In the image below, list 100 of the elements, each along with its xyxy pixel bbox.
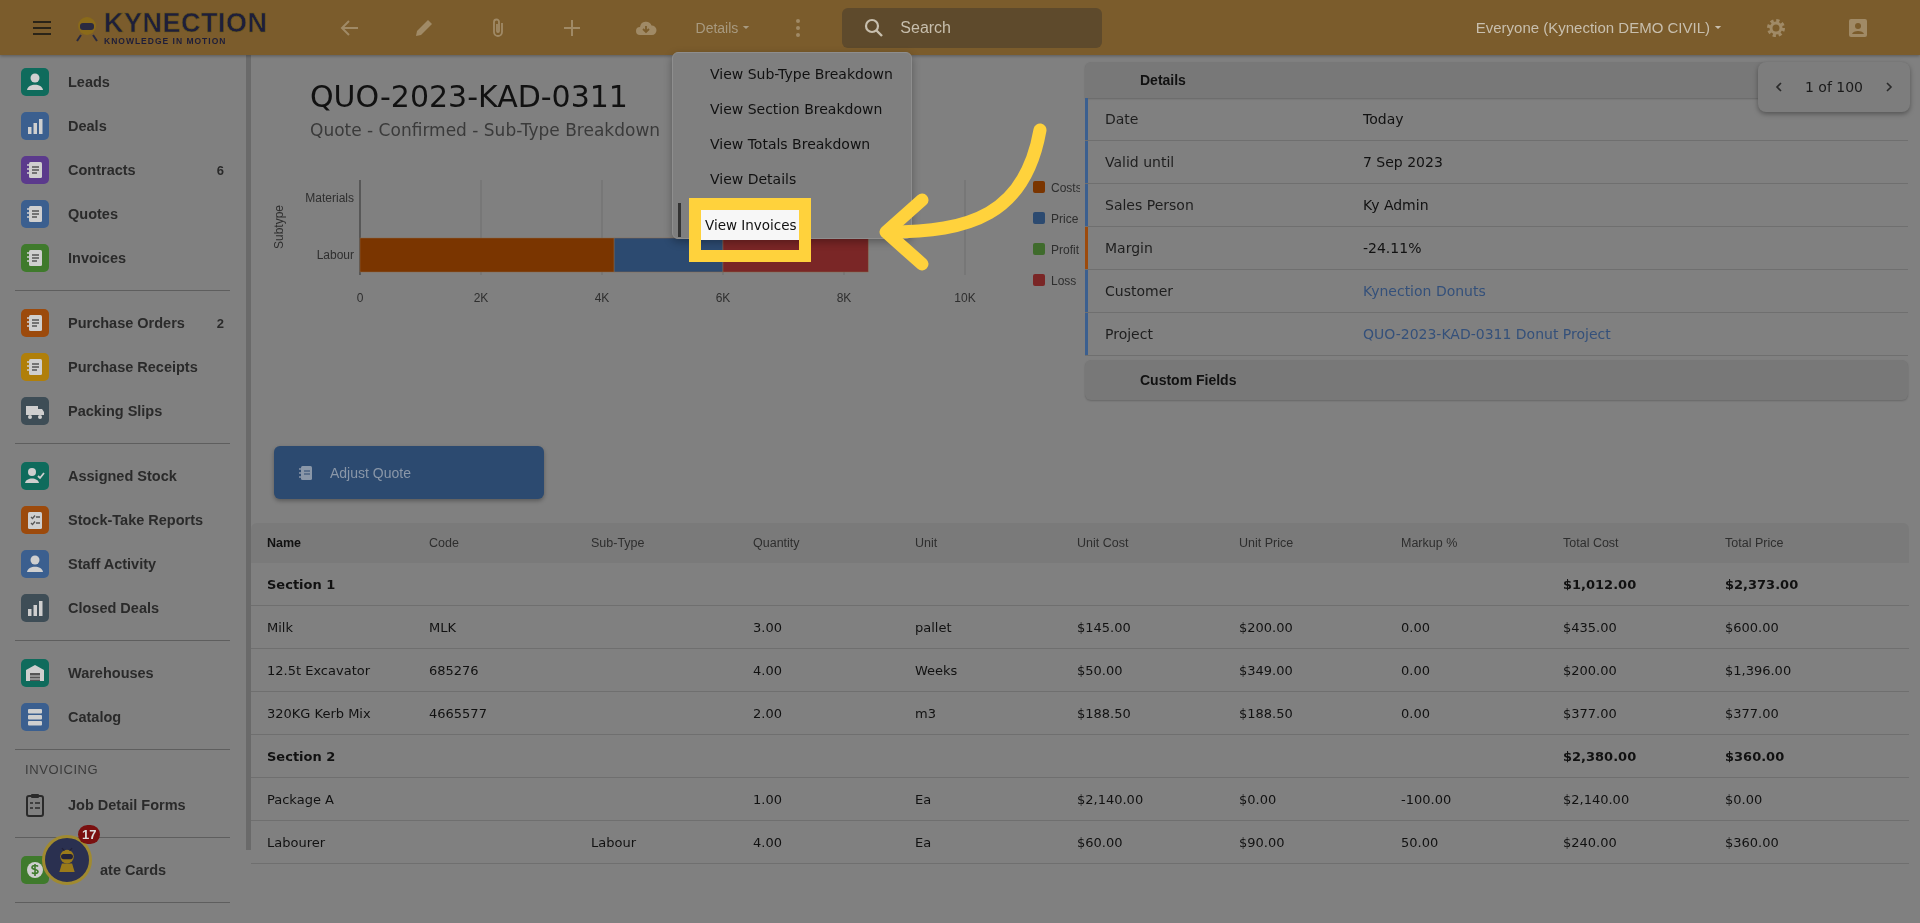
table-cell: $1,396.00 [1725,662,1792,678]
table-cell: $2,140.00 [1077,791,1144,807]
table-cell: $200.00 [1239,619,1293,635]
sidebar-label: Catalog [68,709,122,725]
adjust-quote-button[interactable]: Adjust Quote [274,446,544,499]
item-count: 2 [216,315,224,331]
table-cell: 2.00 [753,705,782,721]
section-cell: $2,373.00 [1725,576,1799,592]
scrollbar[interactable] [246,55,251,850]
column-header: Unit Price [1239,536,1295,550]
account-scope-dropdown[interactable]: Everyone (Kynection DEMO CIVIL) [1475,19,1722,36]
sidebar-item[interactable]: Purchase Receipts [0,345,246,389]
sidebar-label: Job Detail Forms [68,797,186,813]
item-count: 6 [216,162,224,178]
table-cell: Weeks [915,662,958,678]
detail-value: Ky Admin [1363,197,1429,213]
sidebar-item[interactable]: Packing Slips [0,389,246,433]
sidebar-item[interactable]: Stock-Take Reports [0,498,246,542]
detail-value: Today [1363,111,1404,127]
column-header: Total Price [1725,536,1785,550]
logo-tagline: KNOWLEDGE IN MOTION [104,35,228,46]
table-cell: $240.00 [1563,834,1617,850]
sidebar-label: Closed Deals [68,600,160,616]
table-cell: 3.00 [753,619,782,635]
tick-label: 4K [594,291,610,305]
table-cell: Package A [267,791,334,807]
table-cell: 4665577 [429,705,487,721]
sidebar-label: Packing Slips [68,403,163,419]
detail-value: -24.11% [1363,240,1422,256]
sidebar-item[interactable]: Assigned Stock [0,454,246,498]
sidebar-label: Staff Activity [68,556,157,572]
sidebar-item[interactable]: Invoices [0,236,246,280]
menu-item[interactable]: View Totals Breakdown [673,128,911,163]
column-header: Name [267,536,303,550]
sidebar-item[interactable]: Purchase Orders 2 [0,301,246,345]
column-header: Code [429,536,460,550]
table-cell: $200.00 [1563,662,1617,678]
table-cell: $188.50 [1077,705,1131,721]
chevron-right-icon[interactable] [1883,81,1895,93]
chevron-left-icon[interactable] [1773,81,1785,93]
table-cell: 4.00 [753,662,782,678]
table-cell: m3 [915,705,936,721]
table-cell: $50.00 [1077,662,1123,678]
panel-header[interactable]: Custom Fields [1085,360,1908,400]
menu-item[interactable]: View Invoices [701,210,799,240]
column-header: Unit Cost [1077,536,1130,550]
table-cell: $435.00 [1563,619,1617,635]
sidebar-label: Purchase Receipts [68,359,198,375]
section-cell: Section 1 [267,576,336,592]
sidebar-item[interactable]: Closed Deals [0,586,246,630]
sidebar-item[interactable]: Catalog [0,695,246,739]
column-header: Unit [915,536,939,550]
table-cell: $349.00 [1239,662,1293,678]
sidebar-item[interactable]: Contracts 6 [0,148,246,192]
category-label: Labour [316,248,354,262]
column-header: Total Cost [1563,536,1620,550]
table-cell: 0.00 [1401,705,1430,721]
details-dropdown[interactable]: Details [695,19,751,36]
sidebar-label: Leads [68,74,110,90]
sidebar-item[interactable]: Deals [0,104,246,148]
sidebar-item[interactable]: Job Detail Forms [0,783,246,827]
detail-label: Customer [1104,283,1174,299]
sidebar-item[interactable]: Warehouses [0,651,246,695]
sidebar-label: Purchase Orders [68,315,185,331]
category-label: Materials [305,191,354,205]
table-cell: 4.00 [753,834,782,850]
table-cell: 50.00 [1401,834,1439,850]
axis-title: Subtype [272,205,286,249]
menu-item[interactable]: View Section Breakdown [673,93,911,128]
tick-label: 0 [356,291,364,305]
table-cell: $145.00 [1077,619,1131,635]
sidebar-label: Invoices [68,250,127,266]
table-cell: 12.5t Excavator [267,662,371,678]
detail-label: Sales Person [1104,197,1195,213]
record-title: QUO-2023-KAD-0311 [310,79,628,115]
detail-link[interactable]: Kynection Donuts [1363,283,1486,299]
detail-link[interactable]: QUO-2023-KAD-0311 Donut Project [1363,326,1611,342]
table-cell: Labourer [267,834,326,850]
search-field[interactable]: Search [842,7,1103,48]
section-cell: $2,380.00 [1563,748,1637,764]
table-cell: 685276 [429,662,479,678]
menu-item[interactable]: View Details [673,163,911,198]
table-cell: $377.00 [1563,705,1617,721]
sidebar-item[interactable]: Staff Activity [0,542,246,586]
sidebar-item[interactable]: Leads [0,60,246,104]
panel-title: Custom Fields [1140,372,1237,388]
legend-label: Loss [1051,274,1077,288]
sidebar-item[interactable]: Quotes [0,192,246,236]
sidebar-label: Warehouses [68,665,154,681]
sidebar-heading: INVOICING [24,761,100,779]
table-cell: 0.00 [1401,662,1430,678]
sidebar-label: ate Cards [100,862,167,878]
record-subtitle: Quote - Confirmed - Sub-Type Breakdown [310,119,661,141]
sidebar-label: Deals [68,118,107,134]
table-cell: $60.00 [1077,834,1123,850]
table-cell: Ea [915,834,932,850]
caret-icon [742,25,751,30]
table-cell: $377.00 [1725,705,1779,721]
logo-title: KYNECTION [104,9,268,36]
menu-item[interactable]: View Sub-Type Breakdown [673,58,911,93]
